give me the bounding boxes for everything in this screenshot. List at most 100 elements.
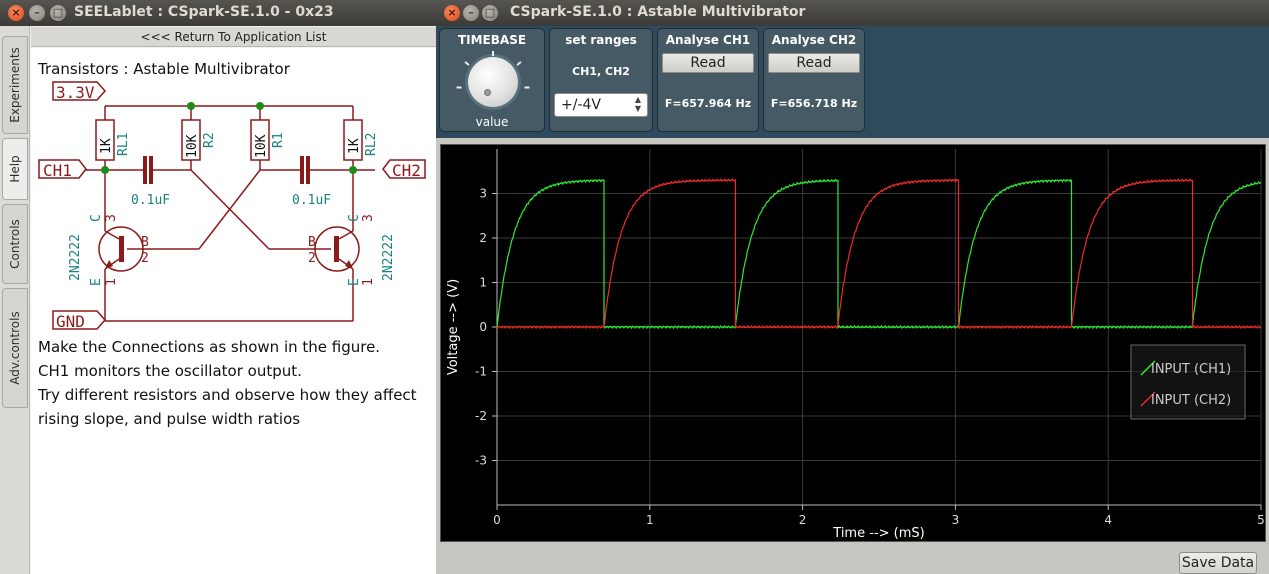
y-tick-label: 1 xyxy=(479,276,487,290)
x-tick-label: 5 xyxy=(1257,513,1265,527)
cspark-window: × – □ CSpark-SE.1.0 : Astable Multivibra… xyxy=(436,0,1269,574)
knob-label: value xyxy=(475,115,509,129)
range-select-value: +/-4V xyxy=(561,97,601,113)
c1-value: 0.1uF xyxy=(131,193,170,208)
range-select[interactable]: +/-4V ▲ ▼ xyxy=(554,93,648,117)
q1-pin-3: 3 xyxy=(104,214,119,222)
return-to-app-list-button[interactable]: <<< Return To Application List xyxy=(31,27,436,47)
c2-value: 0.1uF xyxy=(292,193,331,208)
gnd-label: GND xyxy=(56,312,85,331)
timebase-knob[interactable] xyxy=(468,57,518,107)
q2-pin-3: 3 xyxy=(361,214,376,222)
y-tick-label: 0 xyxy=(479,320,487,334)
spinner-arrows-icon: ▲ ▼ xyxy=(634,95,641,113)
ch1-frequency: F=657.964 Hz xyxy=(664,97,752,110)
tab-label: Experiments xyxy=(8,47,22,123)
tab-controls[interactable]: Controls xyxy=(2,204,28,284)
trace-ch1 xyxy=(496,178,1262,330)
ranges-channels: CH1, CH2 xyxy=(572,65,630,78)
ch2-label: CH2 xyxy=(392,161,421,180)
minimize-icon[interactable]: – xyxy=(463,5,479,21)
help-line: Make the Connections as shown in the fig… xyxy=(38,338,381,356)
q1-part: 2N2222 xyxy=(68,234,83,281)
maximize-icon[interactable]: □ xyxy=(482,5,498,21)
x-axis-label: Time --> (mS) xyxy=(832,526,924,541)
help-panel: Transistors : Astable Multivibrator 3.3V… xyxy=(31,48,436,574)
read-ch1-button[interactable]: Read xyxy=(662,53,754,73)
help-line: CH1 monitors the oscillator output. xyxy=(38,362,302,380)
plot-canvas[interactable]: 0 1 2 3 4 5 -3 -2 -1 0 1 2 3 Time --> (mS) Voltage -->… xyxy=(441,145,1265,541)
rl1-value: 1K xyxy=(99,138,114,154)
help-line: Try different resistors and observe how … xyxy=(38,386,417,404)
q1-pin-e: E xyxy=(89,278,104,286)
left-titlebar[interactable]: × – □ SEELablet : CSpark-SE.1.0 - 0x23 xyxy=(0,0,436,26)
timebase-title: TIMEBASE xyxy=(457,33,527,47)
timebase-panel: TIMEBASE value xyxy=(439,28,545,132)
control-panels: TIMEBASE value set ranges CH1, CH2 +/-4V… xyxy=(436,26,1269,138)
tab-adv-controls[interactable]: Adv.controls xyxy=(2,288,28,408)
q1-pin-c: C xyxy=(89,214,104,222)
save-data-button[interactable]: Save Data xyxy=(1179,552,1257,574)
x-tick-label: 2 xyxy=(799,513,807,527)
rl2-name: RL2 xyxy=(364,133,379,156)
vertical-tab-bar: Experiments Help Controls Adv.controls xyxy=(0,26,30,574)
q2-part: 2N2222 xyxy=(381,234,396,281)
ch2-frequency: F=656.718 Hz xyxy=(770,97,858,110)
r2-name: R2 xyxy=(202,132,217,148)
vcc-label: 3.3V xyxy=(56,83,95,102)
tab-help[interactable]: Help xyxy=(2,138,28,200)
tab-label: Adv.controls xyxy=(8,311,22,385)
q2-pin-1: 1 xyxy=(361,278,376,286)
x-tick-label: 0 xyxy=(493,513,501,527)
x-tick-label: 1 xyxy=(646,513,654,527)
analyse-ch2-title: Analyse CH2 xyxy=(771,33,857,47)
analyse-ch2-panel: Analyse CH2 Read F=656.718 Hz xyxy=(763,28,865,132)
q1-pin-b: B xyxy=(141,235,149,250)
tab-label: Help xyxy=(8,155,22,183)
q2-pin-c: C xyxy=(347,214,362,222)
trace-ch2 xyxy=(496,177,1262,330)
astable-multivibrator-schematic: 3.3V CH1 CH2 GND 1K 10K 10K 1K RL1 R2 R1… xyxy=(38,81,426,331)
q2-pin-e: E xyxy=(347,278,362,286)
y-tick-label: 2 xyxy=(479,231,487,245)
ranges-panel: set ranges CH1, CH2 +/-4V ▲ ▼ xyxy=(549,28,653,132)
y-tick-label: -2 xyxy=(475,409,487,423)
y-axis-label: Voltage --> (V) xyxy=(446,279,461,375)
oscilloscope-plot[interactable]: 0 1 2 3 4 5 -3 -2 -1 0 1 2 3 Time --> (mS) Voltage -->… xyxy=(440,144,1266,542)
analyse-ch1-panel: Analyse CH1 Read F=657.964 Hz xyxy=(657,28,759,132)
knob-tick xyxy=(464,61,470,66)
close-icon[interactable]: × xyxy=(444,5,460,21)
seelablet-window: × – □ SEELablet : CSpark-SE.1.0 - 0x23 E… xyxy=(0,0,436,574)
legend-entry: INPUT (CH2) xyxy=(1151,393,1231,408)
q2-pin-b: B xyxy=(308,235,316,250)
y-tick-label: -3 xyxy=(475,454,487,468)
knob-tick xyxy=(456,86,462,89)
q1-pin-1: 1 xyxy=(104,278,119,286)
knob-tick xyxy=(492,51,494,56)
r2-value: 10K xyxy=(185,134,200,158)
q1-pin-2: 2 xyxy=(141,251,149,266)
rl2-value: 1K xyxy=(347,138,362,154)
r1-name: R1 xyxy=(271,132,286,148)
minimize-icon[interactable]: – xyxy=(29,5,45,21)
analyse-ch1-title: Analyse CH1 xyxy=(665,33,751,47)
knob-indicator xyxy=(484,89,491,96)
x-tick-label: 4 xyxy=(1104,513,1112,527)
q2-pin-2: 2 xyxy=(308,251,316,266)
help-line: rising slope, and pulse width ratios xyxy=(38,410,301,428)
knob-tick xyxy=(524,86,530,89)
right-titlebar[interactable]: × – □ CSpark-SE.1.0 : Astable Multivibra… xyxy=(436,0,1269,26)
y-tick-label: -1 xyxy=(475,365,487,379)
ranges-title: set ranges xyxy=(565,33,637,47)
read-ch2-button[interactable]: Read xyxy=(768,53,860,73)
close-icon[interactable]: × xyxy=(8,5,24,21)
knob-tick xyxy=(516,61,522,66)
left-window-title: SEELablet : CSpark-SE.1.0 - 0x23 xyxy=(74,4,334,20)
maximize-icon[interactable]: □ xyxy=(50,5,66,21)
r1-value: 10K xyxy=(254,134,269,158)
rl1-name: RL1 xyxy=(116,133,131,156)
right-window-title: CSpark-SE.1.0 : Astable Multivibrator xyxy=(510,4,806,20)
y-tick-label: 3 xyxy=(479,187,487,201)
ch1-label: CH1 xyxy=(43,161,72,180)
tab-experiments[interactable]: Experiments xyxy=(2,36,28,134)
